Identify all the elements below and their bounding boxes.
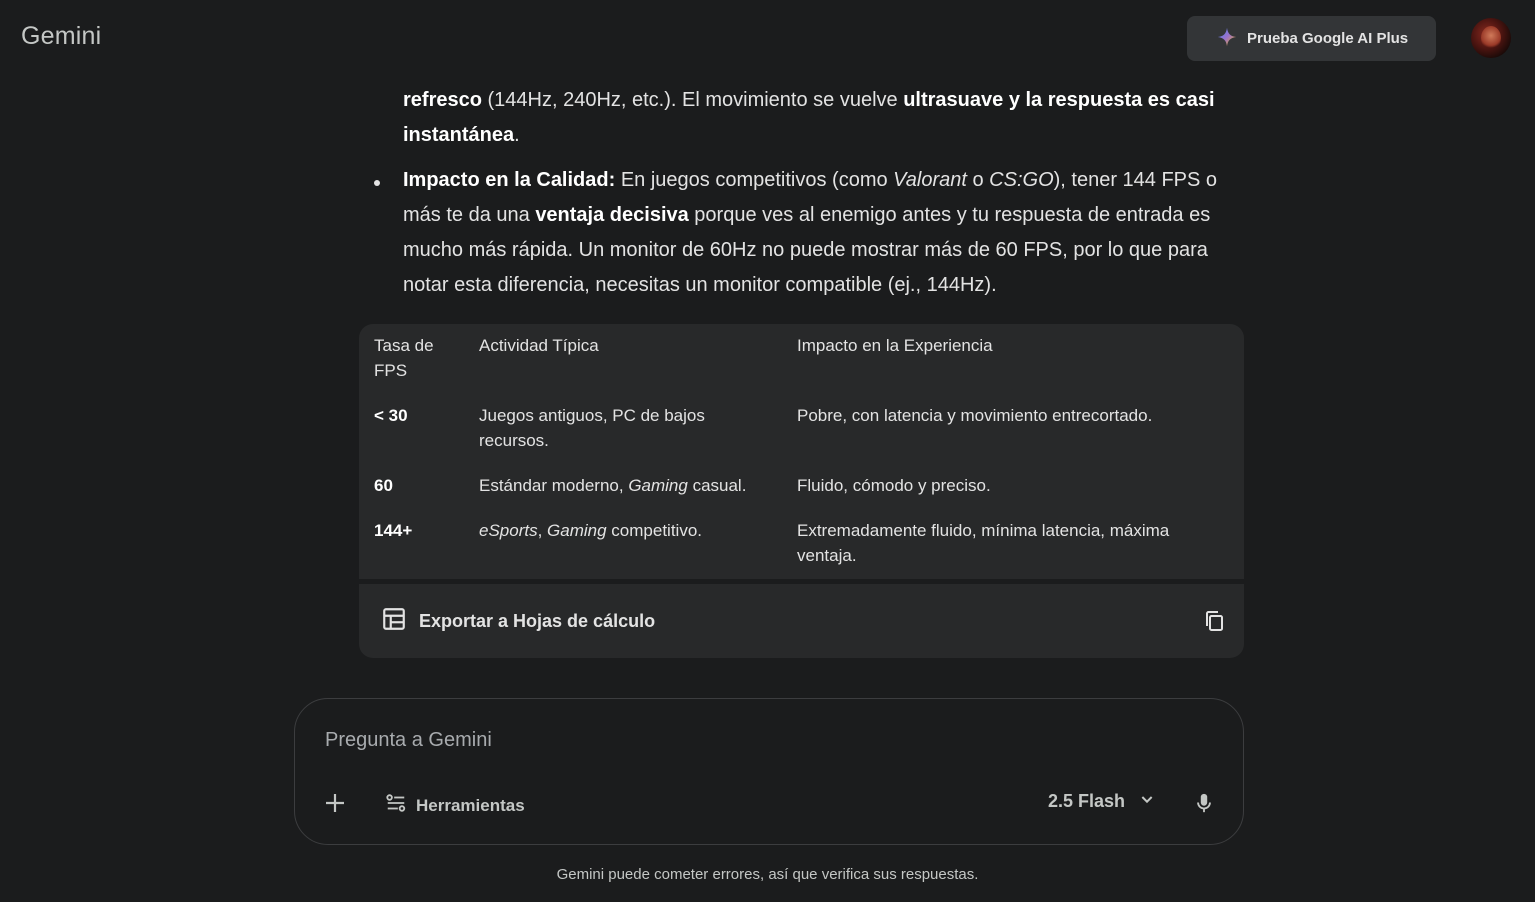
- export-to-sheets-button[interactable]: Exportar a Hojas de cálculo: [381, 606, 655, 637]
- tools-button[interactable]: Herramientas: [385, 792, 525, 819]
- table-header-cell: Impacto en la Experiencia: [797, 336, 993, 355]
- copy-icon[interactable]: [1202, 609, 1226, 633]
- table-cell: Pobre, con latencia y movimiento entreco…: [797, 406, 1153, 425]
- model-label: 2.5 Flash: [1048, 791, 1126, 811]
- table-cell: eSports, Gaming competitivo.: [479, 521, 703, 540]
- sparkle-icon: [1217, 27, 1237, 51]
- table-actions-bar: Exportar a Hojas de cálculo: [359, 584, 1244, 658]
- disclaimer-text: Gemini puede cometer errores, así que ve…: [556, 866, 979, 883]
- table-cell: Extremadamente fluido, mínima latencia, …: [797, 521, 1170, 565]
- export-to-sheets-label: Exportar a Hojas de cálculo: [419, 610, 656, 631]
- top-bar: Gemini Prueba Google AI Plus: [0, 0, 1535, 80]
- table-row: < 30 Juegos antiguos, PC de bajos recurs…: [359, 403, 1227, 473]
- app-title[interactable]: Gemini: [21, 22, 101, 51]
- model-selector[interactable]: 2.5 Flash: [1048, 791, 1155, 812]
- table-row: 60 Estándar moderno, Gaming casual. Flui…: [359, 473, 1227, 518]
- list-item: Impacto en la Calidad: En juegos competi…: [359, 163, 1239, 303]
- response-bullet-list: Impacto en la Calidad: En juegos competi…: [359, 163, 1244, 303]
- fps-table: Tasa de FPS Actividad Típica Impacto en …: [359, 324, 1227, 588]
- response-paragraph: refresco (144Hz, 240Hz, etc.). El movimi…: [403, 89, 1215, 146]
- table-cell: Estándar moderno, Gaming casual.: [479, 476, 747, 495]
- table-cell: Fluido, cómodo y preciso.: [797, 476, 991, 495]
- upgrade-plan-button[interactable]: Prueba Google AI Plus: [1187, 16, 1436, 61]
- table-header-row: Tasa de FPS Actividad Típica Impacto en …: [359, 324, 1227, 403]
- microphone-button[interactable]: [1193, 791, 1215, 815]
- table-cell: 60: [374, 476, 393, 495]
- table-row: 144+ eSports, Gaming competitivo. Extrem…: [359, 518, 1227, 588]
- table-cell: 144+: [374, 521, 413, 540]
- table-cell: < 30: [374, 406, 408, 425]
- microphone-icon: [1197, 793, 1211, 813]
- table-cell: Juegos antiguos, PC de bajos recursos.: [479, 406, 705, 450]
- prompt-input[interactable]: [325, 727, 1025, 753]
- table-header-cell: Tasa de FPS: [374, 336, 434, 380]
- spreadsheet-icon: [381, 606, 407, 637]
- fps-table-card: Tasa de FPS Actividad Típica Impacto en …: [359, 324, 1244, 579]
- chevron-down-icon: [1139, 791, 1155, 812]
- upgrade-plan-label: Prueba Google AI Plus: [1247, 30, 1409, 47]
- plus-icon: [326, 794, 344, 812]
- prompt-composer: Herramientas 2.5 Flash: [294, 698, 1244, 845]
- table-header-cell: Actividad Típica: [479, 336, 599, 355]
- tune-icon: [385, 792, 407, 819]
- avatar[interactable]: [1471, 18, 1511, 58]
- add-attachment-button[interactable]: [323, 791, 347, 815]
- tools-label: Herramientas: [416, 795, 525, 815]
